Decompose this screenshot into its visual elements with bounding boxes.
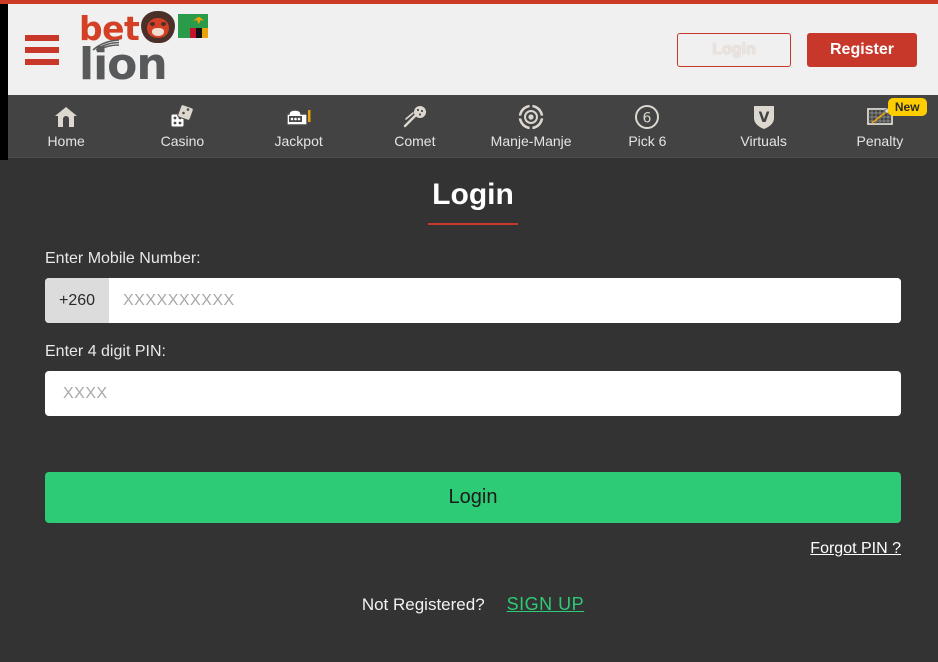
- zambia-flag-icon: [178, 13, 209, 38]
- header-register-button[interactable]: Register: [807, 32, 917, 67]
- nav-label: Pick 6: [628, 133, 667, 149]
- pin-block: Enter 4 digit PIN:: [45, 343, 901, 416]
- nav-item-jackpot[interactable]: Jackpot: [241, 95, 357, 158]
- new-badge: New: [887, 97, 927, 116]
- nav-label: Virtuals: [740, 133, 787, 149]
- nav-label: Comet: [394, 133, 436, 149]
- nav-item-manje-manje[interactable]: Manje-Manje: [473, 95, 589, 158]
- mobile-number-block: Enter Mobile Number: +260: [45, 250, 901, 323]
- pin-label: Enter 4 digit PIN:: [45, 343, 166, 360]
- nav-label: Jackpot: [274, 133, 323, 149]
- login-submit-button[interactable]: Login: [45, 472, 901, 523]
- target-icon: [517, 103, 545, 130]
- page-title: Login: [432, 178, 514, 211]
- nav-item-penalty[interactable]: New Penalty: [822, 95, 938, 158]
- comet-icon: [401, 103, 429, 130]
- nav-label: Penalty: [856, 133, 904, 149]
- site-header: bet lion Login Register: [8, 4, 938, 95]
- svg-text:V: V: [758, 110, 769, 126]
- mobile-number-input[interactable]: [109, 278, 901, 323]
- mobile-number-label: Enter Mobile Number:: [45, 250, 201, 267]
- nav-label: Manje-Manje: [490, 133, 572, 149]
- top-accent-bar: [0, 0, 938, 4]
- slot-machine-icon: [285, 103, 313, 130]
- forgot-pin-row: Forgot PIN ?: [45, 540, 901, 558]
- signup-prompt-text: Not Registered?: [361, 594, 485, 614]
- svg-text:6: 6: [643, 110, 652, 126]
- primary-navigation: Home Casino Jackpot Comet Manje-Manje 6 …: [8, 95, 938, 158]
- nav-item-comet[interactable]: Comet: [357, 95, 473, 158]
- login-page-content: Login Enter Mobile Number: +260 Enter 4 …: [8, 159, 938, 662]
- title-underline: [428, 223, 518, 225]
- hamburger-bar: [25, 34, 59, 41]
- left-edge-rail: [0, 0, 8, 160]
- v-shield-icon: V: [750, 103, 778, 130]
- hamburger-menu-icon[interactable]: [25, 34, 59, 65]
- nav-item-virtuals[interactable]: V Virtuals: [706, 95, 822, 158]
- nav-label: Casino: [160, 133, 205, 149]
- country-code-prefix: +260: [45, 278, 109, 323]
- nav-item-pick-6[interactable]: 6 Pick 6: [589, 95, 705, 158]
- dice-icon: [168, 103, 196, 130]
- circle-six-icon: 6: [633, 103, 661, 130]
- login-form: Enter Mobile Number: +260 Enter 4 digit …: [45, 250, 901, 615]
- signup-row: Not Registered? SIGN UP: [45, 594, 901, 615]
- swoosh-icon: [92, 38, 120, 51]
- nav-label: Home: [47, 133, 85, 149]
- header-actions: Login Register: [677, 32, 917, 67]
- lion-head-icon: [141, 10, 176, 43]
- forgot-pin-link[interactable]: Forgot PIN ?: [810, 540, 901, 557]
- signup-link[interactable]: SIGN UP: [507, 594, 585, 615]
- hamburger-bar: [25, 58, 59, 65]
- hamburger-bar: [25, 46, 59, 53]
- site-logo[interactable]: bet lion: [79, 10, 209, 86]
- nav-item-home[interactable]: Home: [8, 95, 124, 158]
- logo-bottom-row: lion: [79, 38, 209, 86]
- header-login-button[interactable]: Login: [677, 32, 791, 67]
- pin-input[interactable]: [45, 371, 901, 416]
- home-icon: [52, 103, 80, 130]
- nav-item-casino[interactable]: Casino: [124, 95, 240, 158]
- mobile-number-field-group: +260: [45, 278, 901, 323]
